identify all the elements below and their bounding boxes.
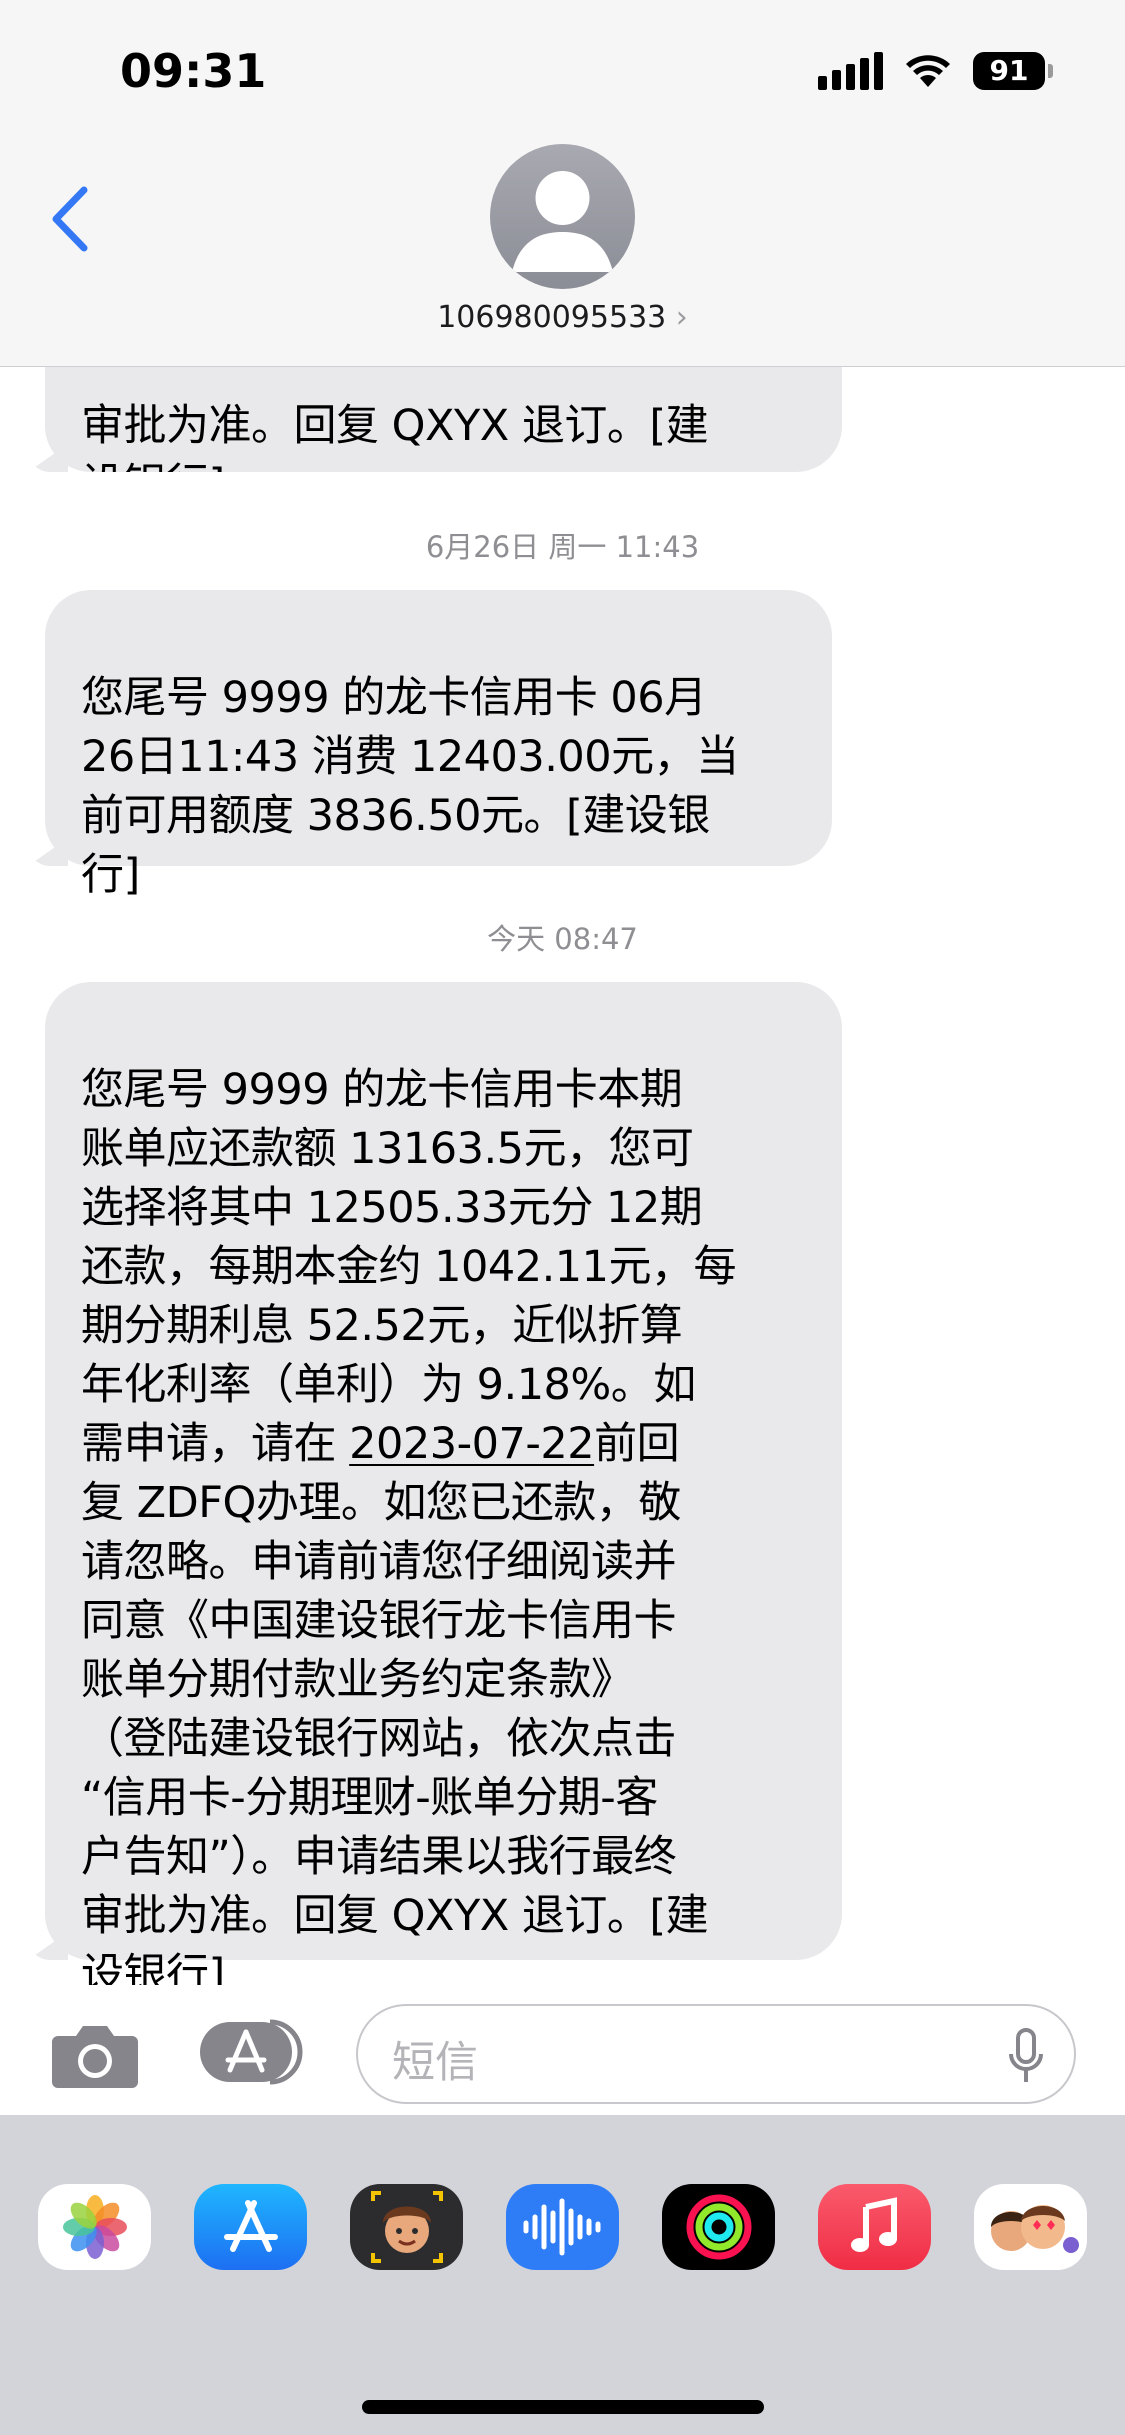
conversation-header: 09:31 91 106980095533 ›	[0, 0, 1125, 367]
date-link[interactable]: 2023-07-22	[349, 1419, 594, 1469]
message-bubble[interactable]: 您尾号 9999 的龙卡信用卡 06月 26日11:43 消费 12403.00…	[45, 590, 832, 900]
status-icons: 91	[818, 52, 1053, 90]
contact-name[interactable]: 106980095533 ›	[0, 300, 1125, 335]
contact-avatar[interactable]	[490, 144, 635, 289]
contact-number: 106980095533	[437, 300, 667, 335]
compose-bar: 短信	[0, 1990, 1125, 2120]
message-input[interactable]: 短信	[356, 2004, 1076, 2104]
wifi-icon	[906, 55, 950, 87]
app-store-button-icon[interactable]	[198, 2014, 308, 2090]
camera-icon[interactable]	[50, 2020, 140, 2090]
microphone-icon[interactable]	[1008, 2028, 1044, 2084]
memoji-icon[interactable]	[350, 2184, 463, 2270]
message-text: 您尾号 9999 的龙卡信用卡 06月 26日11:43 消费 12403.00…	[81, 673, 739, 900]
back-chevron-icon[interactable]	[46, 184, 96, 254]
activity-icon[interactable]	[662, 2184, 775, 2270]
stickers-icon[interactable]	[974, 2184, 1087, 2270]
chevron-right-icon: ›	[675, 300, 688, 335]
status-time: 09:31	[120, 44, 267, 98]
timestamp: 今天 08:47	[487, 922, 638, 956]
message-bubble[interactable]: 您尾号 9999 的龙卡信用卡本期 账单应还款额 13163.5元，您可 选择将…	[45, 982, 842, 1985]
imessage-app-tray	[0, 2115, 1125, 2435]
audio-message-icon[interactable]	[506, 2184, 619, 2270]
timestamp: 6月26日 周一 11:43	[425, 530, 700, 564]
home-indicator[interactable]	[362, 2400, 764, 2414]
music-icon[interactable]	[818, 2184, 931, 2270]
photos-icon[interactable]	[38, 2184, 151, 2270]
message-text: 审批为准。回复 QXYX 退订。[建 设银行]	[81, 401, 709, 510]
message-text: 您尾号 9999 的龙卡信用卡本期 账单应还款额 13163.5元，您可 选择将…	[81, 1065, 736, 1469]
message-input-placeholder: 短信	[392, 2038, 478, 2088]
cellular-signal-icon	[818, 52, 883, 90]
person-icon	[512, 171, 613, 272]
battery-icon: 91	[973, 52, 1053, 90]
message-text: 前回 复 ZDFQ办理。如您已还款，敬 请忽略。申请前请您仔细阅读并 同意《中国…	[81, 1419, 709, 1985]
app-store-icon[interactable]	[194, 2184, 307, 2270]
